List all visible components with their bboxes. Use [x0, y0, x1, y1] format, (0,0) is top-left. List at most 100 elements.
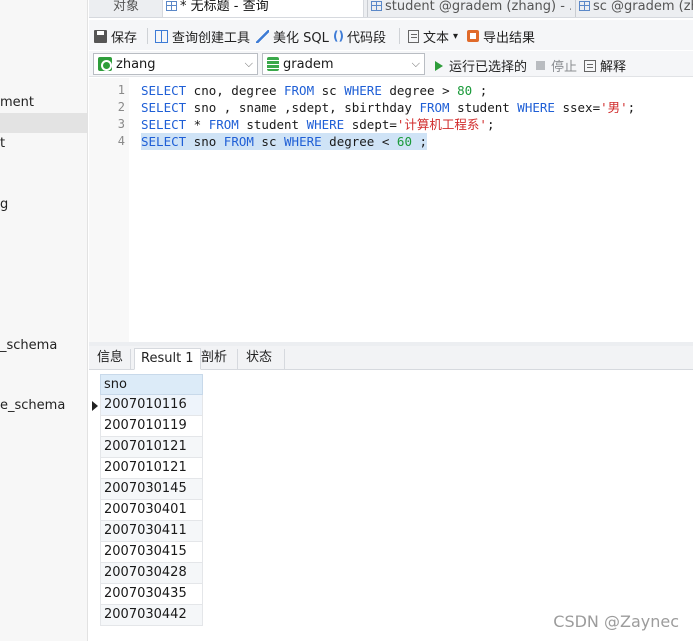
table-row[interactable]: 2007030401 [100, 500, 203, 521]
table-row[interactable]: 2007030428 [100, 563, 203, 584]
tab-separator [284, 349, 285, 369]
text-icon [408, 29, 419, 43]
explain-icon [584, 59, 596, 72]
table-row[interactable]: 2007030145 [100, 479, 203, 500]
sql-text: sc [314, 83, 345, 98]
sidebar-item[interactable]: _schema [0, 338, 57, 353]
save-button[interactable]: 保存 [94, 27, 138, 46]
code-line[interactable]: SELECT cno, degree FROM sc WHERE degree … [141, 82, 487, 99]
save-icon [94, 29, 107, 43]
chevron-down-icon: ▾ [453, 30, 459, 42]
code-snippet-button[interactable]: () 代码段 [333, 27, 386, 46]
tab-objects[interactable]: 对象 [113, 0, 153, 17]
query-builder-button[interactable]: 查询创建工具 [155, 27, 251, 46]
tab-profile[interactable]: 剖析 [195, 348, 233, 370]
table-row[interactable]: 2007010119 [100, 416, 203, 437]
line-number: 3 [117, 117, 125, 131]
sql-text: * [186, 117, 209, 132]
sidebar-item[interactable]: ment [0, 95, 34, 110]
sql-text: degree > [381, 83, 458, 98]
tab-info[interactable]: 信息 [91, 348, 129, 370]
chevron-down-icon: ⌵ [244, 57, 253, 70]
table-row[interactable]: 2007030442 [100, 605, 203, 626]
run-selected-label: 运行已选择的 [449, 60, 528, 75]
database-icon [267, 57, 279, 71]
beautify-label: 美化 SQL [273, 30, 329, 46]
sidebar-item[interactable]: e_schema [0, 398, 65, 413]
sidebar-item[interactable]: g [0, 197, 8, 212]
tab-result-1[interactable]: Result 1 [134, 348, 201, 370]
column-header-sno[interactable]: sno [100, 374, 203, 395]
snippet-label: 代码段 [346, 30, 386, 46]
sql-text: sno [186, 134, 224, 149]
sql-keyword: FROM [223, 134, 254, 149]
document-tabs: 对象 * 无标题 - 查询 student @gradem (zhang) - … [89, 0, 693, 18]
sql-string: '男' [600, 100, 628, 115]
sql-editor[interactable]: 1 2 3 4 SELECT cno, degree FROM sc WHERE… [89, 78, 693, 342]
sql-keyword: WHERE [306, 117, 345, 132]
result-tabs: 信息 Result 1 剖析 状态 [89, 346, 693, 370]
code-line[interactable]: SELECT sno , sname ,sdept, sbirthday FRO… [141, 99, 635, 116]
current-row-marker-icon [92, 401, 98, 411]
sql-keyword: SELECT [141, 100, 187, 115]
sidebar-selection-highlight [0, 113, 87, 133]
connection-bar: zhang ⌵ gradem ⌵ 运行已选择的 停止 解释 [89, 51, 693, 77]
export-results-button[interactable]: 导出结果 [467, 27, 536, 46]
table-row[interactable]: 2007010116 [100, 395, 203, 416]
table-row[interactable]: 2007010121 [100, 437, 203, 458]
code-line[interactable]: SELECT * FROM student WHERE sdept='计算机工程… [141, 116, 495, 133]
toolbar-separator [399, 28, 400, 44]
connection-value: zhang [116, 56, 156, 72]
sql-text: degree < [321, 134, 397, 149]
explain-button[interactable]: 解释 [584, 56, 626, 75]
export-icon [467, 30, 479, 42]
database-select[interactable]: gradem ⌵ [262, 53, 425, 75]
stop-icon [536, 61, 545, 70]
sql-text: sno , sname ,sdept, sbirthday [186, 100, 420, 115]
text-label: 文本 [423, 30, 450, 46]
stop-button[interactable]: 停止 [536, 56, 577, 75]
tab-query[interactable]: * 无标题 - 查询 [162, 0, 364, 17]
object-navigator: ment t g _schema e_schema [0, 0, 88, 641]
query-builder-icon [155, 29, 168, 43]
watermark: CSDN @Zaynec [553, 612, 679, 631]
sql-text: ; [411, 134, 428, 149]
tab-sc[interactable]: sc @gradem (zh [579, 0, 693, 17]
table-row[interactable]: 2007030435 [100, 584, 203, 605]
sidebar-item[interactable]: t [0, 136, 5, 151]
connection-select[interactable]: zhang ⌵ [93, 53, 258, 75]
tab-separator [237, 349, 238, 369]
text-mode-button[interactable]: 文本 ▾ [408, 27, 459, 46]
tab-status[interactable]: 状态 [240, 348, 278, 370]
play-icon [435, 60, 443, 71]
sql-keyword: SELECT [141, 117, 187, 132]
tab-student-label: student @gradem (zhang) - ... [385, 0, 571, 14]
snippet-icon: () [333, 28, 344, 43]
table-icon [579, 1, 590, 11]
beautify-icon [256, 29, 269, 43]
stop-label: 停止 [551, 60, 578, 75]
tab-separator [575, 0, 576, 17]
export-label: 导出结果 [483, 30, 536, 46]
sql-text: ; [627, 100, 636, 115]
sql-text: sc [253, 134, 285, 149]
beautify-sql-button[interactable]: 美化 SQL [256, 27, 329, 46]
line-number-gutter: 1 2 3 4 [89, 78, 129, 342]
explain-label: 解释 [600, 60, 627, 75]
table-row[interactable]: 2007030415 [100, 542, 203, 563]
tab-student[interactable]: student @gradem (zhang) - ... [371, 0, 571, 17]
table-icon [371, 1, 382, 11]
save-label: 保存 [111, 30, 138, 46]
tab-separator [367, 0, 368, 17]
table-row[interactable]: 2007010121 [100, 458, 203, 479]
code-line-selected[interactable]: SELECT sno FROM sc WHERE degree < 60 ; [141, 133, 428, 150]
sql-keyword: FROM [419, 100, 450, 115]
query-builder-label: 查询创建工具 [172, 30, 251, 46]
sql-text: ssex= [554, 100, 601, 115]
table-row[interactable]: 2007030411 [100, 521, 203, 542]
sql-keyword: SELECT [141, 134, 187, 149]
sql-text: ; [472, 83, 488, 98]
line-number: 1 [117, 83, 125, 97]
sql-keyword: WHERE [344, 83, 382, 98]
run-selected-button[interactable]: 运行已选择的 [435, 56, 527, 75]
